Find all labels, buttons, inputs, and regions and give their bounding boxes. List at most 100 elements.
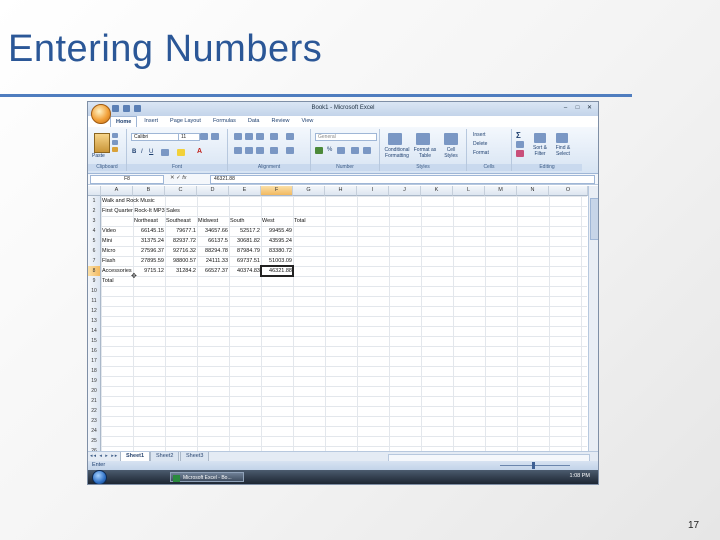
conditional-formatting-icon[interactable] (388, 133, 402, 145)
minimize-button[interactable]: – (561, 104, 570, 112)
column-header[interactable]: C (165, 186, 197, 196)
cell-styles-icon[interactable] (444, 133, 458, 145)
header-south[interactable]: South (229, 216, 245, 226)
close-button[interactable]: ✕ (585, 104, 594, 112)
tab-data[interactable]: Data (243, 116, 265, 127)
data-cell[interactable]: 31375.24 (133, 236, 165, 246)
align-bottom-icon[interactable] (256, 133, 264, 140)
column-header[interactable]: N (517, 186, 549, 196)
header-midwest[interactable]: Midwest (197, 216, 219, 226)
data-cell[interactable]: 31284.2 (165, 266, 197, 276)
data-cell[interactable]: 27596.37 (133, 246, 165, 256)
indent-icon[interactable] (270, 147, 278, 154)
data-cell-f8[interactable]: 46321.88 (261, 266, 293, 276)
grow-font-icon[interactable] (200, 133, 208, 140)
column-header[interactable]: M (485, 186, 517, 196)
underline-button[interactable]: U (149, 149, 153, 155)
data-cell[interactable]: 34657.66 (197, 226, 229, 236)
name-box[interactable]: F8 (90, 175, 164, 184)
find-select-button[interactable]: Find & Select (552, 145, 574, 157)
tab-page-layout[interactable]: Page Layout (165, 116, 206, 127)
tab-insert[interactable]: Insert (139, 116, 163, 127)
data-cell[interactable]: 82937.72 (165, 236, 197, 246)
conditional-formatting-button[interactable]: Conditional Formatting (382, 147, 412, 159)
align-middle-icon[interactable] (245, 133, 253, 140)
start-button[interactable] (92, 470, 107, 484)
data-cell[interactable]: 27895.59 (133, 256, 165, 266)
tab-home[interactable]: Home (110, 116, 138, 127)
align-center-icon[interactable] (245, 147, 253, 154)
column-header[interactable]: A (101, 186, 133, 196)
data-cell[interactable]: 52517.2 (229, 226, 261, 236)
find-select-icon[interactable] (556, 133, 568, 143)
cut-icon[interactable] (112, 133, 118, 138)
data-cell[interactable]: 24111.33 (197, 256, 229, 266)
align-right-icon[interactable] (256, 147, 264, 154)
data-cell[interactable]: 98800.57 (165, 256, 197, 266)
row-label[interactable]: Video (101, 226, 117, 236)
data-cell[interactable]: 30681.82 (229, 236, 261, 246)
zoom-track[interactable] (500, 465, 570, 466)
formula-input[interactable]: 46321.88 (210, 175, 595, 184)
decrease-decimal-icon[interactable] (363, 147, 371, 154)
data-cell[interactable]: 99455.49 (261, 226, 293, 236)
header-northeast[interactable]: Northeast (133, 216, 159, 226)
tab-view[interactable]: View (297, 116, 319, 127)
data-cell[interactable]: 40374.83 (229, 266, 261, 276)
clear-icon[interactable] (516, 150, 524, 157)
comma-style-icon[interactable] (337, 147, 345, 154)
data-cell[interactable]: 66145.15 (133, 226, 165, 236)
column-header[interactable]: H (325, 186, 357, 196)
data-cell[interactable]: 51003.09 (261, 256, 293, 266)
row-label[interactable]: Micro (101, 246, 116, 256)
data-cell[interactable]: 66527.37 (197, 266, 229, 276)
autosum-icon[interactable]: Σ (516, 131, 521, 140)
font-color-icon[interactable]: A (197, 148, 202, 155)
tab-formulas[interactable]: Formulas (208, 116, 241, 127)
header-west[interactable]: West (261, 216, 275, 226)
column-header-selected[interactable]: F (261, 186, 293, 196)
font-name-select[interactable]: Calibri (131, 133, 179, 141)
paste-icon[interactable] (94, 133, 110, 153)
data-cell[interactable]: 92716.32 (165, 246, 197, 256)
scroll-thumb[interactable] (590, 198, 598, 240)
align-top-icon[interactable] (234, 133, 242, 140)
cell-styles-button[interactable]: Cell Styles (440, 147, 462, 159)
merge-center-icon[interactable] (286, 147, 294, 154)
wrap-text-icon[interactable] (286, 133, 294, 140)
cell-a1[interactable]: Walk and Rock Music (101, 196, 156, 206)
delete-cells-button[interactable]: Delete (473, 141, 487, 147)
row-label[interactable]: Flash (101, 256, 116, 266)
copy-icon[interactable] (112, 140, 118, 145)
fill-icon[interactable] (516, 141, 524, 148)
data-cell[interactable]: 9715.12 (133, 266, 165, 276)
data-cell[interactable]: 83380.72 (261, 246, 293, 256)
data-cell[interactable]: 79677.1 (165, 226, 197, 236)
cell-a2[interactable]: First Quarter Rock-It MP3 Sales (101, 206, 181, 216)
orientation-icon[interactable] (270, 133, 278, 140)
column-header[interactable]: L (453, 186, 485, 196)
format-as-table-icon[interactable] (416, 133, 430, 145)
data-cell[interactable]: 43595.24 (261, 236, 293, 246)
font-size-select[interactable]: 11 (178, 133, 200, 141)
format-as-table-button[interactable]: Format as Table (412, 147, 438, 159)
column-header[interactable]: E (229, 186, 261, 196)
fill-color-icon[interactable] (177, 149, 185, 156)
column-header[interactable]: I (357, 186, 389, 196)
column-header[interactable]: G (293, 186, 325, 196)
zoom-slider[interactable] (480, 462, 580, 469)
shrink-font-icon[interactable] (211, 133, 219, 140)
column-header[interactable]: J (389, 186, 421, 196)
percent-button[interactable]: % (327, 147, 332, 153)
borders-icon[interactable] (161, 149, 169, 156)
bold-button[interactable]: B (132, 149, 136, 155)
column-header[interactable]: B (133, 186, 165, 196)
header-southeast[interactable]: Southeast (165, 216, 192, 226)
office-button[interactable] (91, 104, 111, 124)
data-cell[interactable]: 66137.5 (197, 236, 229, 246)
align-left-icon[interactable] (234, 147, 242, 154)
column-header[interactable]: K (421, 186, 453, 196)
row-label[interactable]: Mini (101, 236, 113, 246)
row-label[interactable]: Accessories (101, 266, 133, 276)
select-all-corner[interactable] (88, 186, 101, 196)
